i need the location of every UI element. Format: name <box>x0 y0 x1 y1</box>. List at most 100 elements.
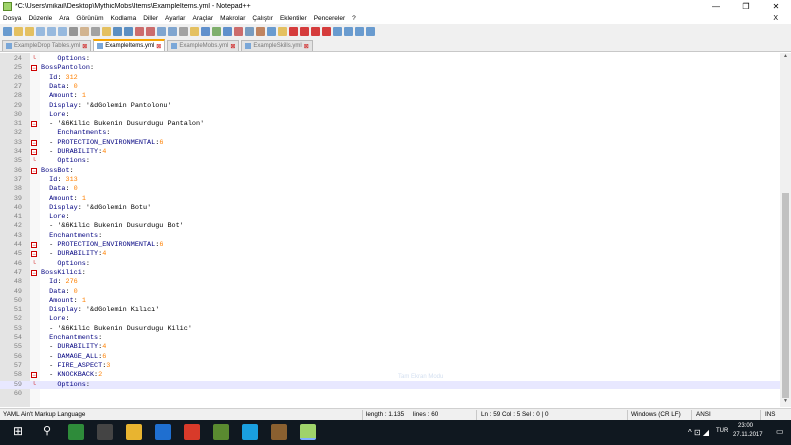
menu-item[interactable]: Dosya <box>3 15 21 22</box>
code-line[interactable]: 43 Enchantments: <box>0 232 780 241</box>
toolbar-button-28-icon[interactable] <box>300 26 309 36</box>
tray-icons[interactable]: ^ ⊡ ◢ <box>688 428 709 437</box>
scrollbar-thumb[interactable] <box>782 193 789 398</box>
toolbar-button-7-icon[interactable] <box>69 26 78 36</box>
toolbar-button-34-icon[interactable] <box>366 26 375 36</box>
code-line[interactable]: 51 Display: '&dGolemin Kılıcı' <box>0 306 780 315</box>
menu-item[interactable]: Diller <box>143 15 158 22</box>
code-line[interactable]: 27 Data: 0 <box>0 83 780 92</box>
tab-close-icon[interactable]: ⊠ <box>304 43 309 50</box>
chest-app-icon[interactable] <box>271 424 287 440</box>
code-line[interactable]: 40 Display: '&dGolemin Botu' <box>0 204 780 213</box>
scroll-up-arrow-icon[interactable]: ▲ <box>780 53 791 62</box>
close-button[interactable]: ✕ <box>761 2 791 11</box>
fold-toggle-icon[interactable]: − <box>31 242 37 249</box>
code-line[interactable]: 44 − - PROTECTION_ENVIRONMENTAL:6 <box>0 241 780 250</box>
toolbar-button-19-icon[interactable] <box>201 26 210 36</box>
code-line[interactable]: 54 Enchantments: <box>0 334 780 343</box>
code-line[interactable]: 53 - '&6Kilic Bukenin Dusurdugu Kilic' <box>0 325 780 334</box>
toolbar-button-15-icon[interactable] <box>157 26 166 36</box>
tab-close-icon[interactable]: ⊠ <box>82 43 87 50</box>
toolbar-button-32-icon[interactable] <box>344 26 353 36</box>
tab-close-icon[interactable]: ⊠ <box>156 43 161 50</box>
menu-item[interactable]: Eklentiler <box>280 15 307 22</box>
code-line[interactable]: 39 Amount: 1 <box>0 195 780 204</box>
code-line[interactable]: 29 Display: '&dGolemin Pantolonu' <box>0 102 780 111</box>
fold-toggle-icon[interactable]: − <box>31 251 37 258</box>
toolbar-button-30-icon[interactable] <box>322 26 331 36</box>
toolbar-button-2-icon[interactable] <box>14 26 23 36</box>
notification-icon[interactable]: ▭ <box>776 427 784 436</box>
tab-close-icon[interactable]: ⊠ <box>230 43 235 50</box>
code-line[interactable]: 33 − - PROTECTION_ENVIRONMENTAL:6 <box>0 139 780 148</box>
skype-icon[interactable] <box>242 424 258 440</box>
toolbar-button-29-icon[interactable] <box>311 26 320 36</box>
code-line[interactable]: 48 Id: 276 <box>0 278 780 287</box>
code-editor[interactable]: Tam Ekran Modu 24 └ Options: 25− BossPantol… <box>0 53 780 407</box>
toolbar-button-18-icon[interactable] <box>190 26 199 36</box>
fold-toggle-icon[interactable]: − <box>31 269 37 276</box>
menu-item[interactable]: Pencereler <box>314 15 345 22</box>
toolbar-button-25-icon[interactable] <box>267 26 276 36</box>
chrome-icon[interactable] <box>184 424 200 440</box>
scroll-down-arrow-icon[interactable]: ▼ <box>780 398 791 407</box>
toolbar-button-11-icon[interactable] <box>113 26 122 36</box>
tab-3[interactable]: ExampleMobs.yml ⊠ <box>167 40 240 51</box>
code-line[interactable]: 36 − BossBot: <box>0 167 780 176</box>
code-line[interactable]: 35 └ Options: <box>0 157 780 166</box>
minimize-button[interactable]: — <box>701 2 731 11</box>
code-line[interactable]: 55 - DURABILITY:4 <box>0 343 780 352</box>
windows-start-icon[interactable]: ⊞ <box>10 424 26 440</box>
code-line[interactable]: 25 − BossPantolon: <box>0 64 780 73</box>
toolbar-button-21-icon[interactable] <box>223 26 232 36</box>
menu-item[interactable]: ? <box>352 15 356 22</box>
toolbar-button-12-icon[interactable] <box>124 26 133 36</box>
menu-item[interactable]: Araçlar <box>192 15 213 22</box>
code-line[interactable]: 56 - DAMAGE_ALL:6 <box>0 353 780 362</box>
code-line[interactable]: 58 − - KNOCKBACK:2 <box>0 371 780 380</box>
menu-item[interactable]: Görünüm <box>76 15 103 22</box>
code-line[interactable]: 31 − - '&6Kilic Bukenin Dusurdugu Pantalo… <box>0 120 780 129</box>
code-line[interactable]: 47 − BossKilici: <box>0 269 780 278</box>
pen-app-icon[interactable] <box>97 424 113 440</box>
code-line[interactable]: 26 Id: 312 <box>0 74 780 83</box>
fold-toggle-icon[interactable]: − <box>31 167 37 174</box>
code-line[interactable]: 30 Lore: <box>0 111 780 120</box>
fold-toggle-icon[interactable]: − <box>31 121 37 128</box>
code-line[interactable]: 24 └ Options: <box>0 55 780 64</box>
toolbar-button-22-icon[interactable] <box>234 26 243 36</box>
code-line[interactable]: 52 Lore: <box>0 315 780 324</box>
toolbar-button-27-icon[interactable] <box>289 26 298 36</box>
clock-time[interactable]: 23:00 <box>738 423 753 429</box>
code-line[interactable]: 45 − - DURABILITY:4 <box>0 250 780 259</box>
code-line[interactable]: 60 <box>0 390 780 399</box>
toolbar-button-4-icon[interactable] <box>36 26 45 36</box>
toolbar-button-24-icon[interactable] <box>256 26 265 36</box>
tab-4[interactable]: ExampleSkills.yml ⊠ <box>241 40 313 51</box>
toolbar-button-33-icon[interactable] <box>355 26 364 36</box>
edge-icon[interactable] <box>155 424 171 440</box>
code-line[interactable]: 37 Id: 313 <box>0 176 780 185</box>
tray-language[interactable]: TUR <box>716 428 728 434</box>
code-line[interactable]: 32 Enchantments: <box>0 129 780 138</box>
toolbar-button-13-icon[interactable] <box>135 26 144 36</box>
code-line[interactable]: 42 - '&6Kilic Bukenin Dusurdugu Bot' <box>0 222 780 231</box>
code-line[interactable]: 41 Lore: <box>0 213 780 222</box>
toolbar-button-1-icon[interactable] <box>3 26 12 36</box>
code-line[interactable]: 59 └ Options: <box>0 380 780 389</box>
toolbar-button-6-icon[interactable] <box>58 26 67 36</box>
fold-toggle-icon[interactable]: − <box>31 372 37 379</box>
toolbar-button-26-icon[interactable] <box>278 26 287 36</box>
menu-item[interactable]: Kodlama <box>111 15 137 22</box>
vertical-scrollbar[interactable]: ▲ ▼ <box>780 53 791 407</box>
close-document-button[interactable]: X <box>773 15 778 22</box>
tab-2[interactable]: ExampleItems.yml ⊠ <box>93 39 166 51</box>
fold-toggle-icon[interactable]: − <box>31 149 37 156</box>
code-line[interactable]: 57 - FIRE_ASPECT:3 <box>0 362 780 371</box>
notepadpp-icon[interactable] <box>300 424 316 440</box>
code-line[interactable]: 49 Data: 0 <box>0 288 780 297</box>
toolbar-button-14-icon[interactable] <box>146 26 155 36</box>
menu-item[interactable]: Ara <box>59 15 69 22</box>
menu-item[interactable]: Ayarlar <box>165 15 185 22</box>
minecraft-icon[interactable] <box>213 424 229 440</box>
